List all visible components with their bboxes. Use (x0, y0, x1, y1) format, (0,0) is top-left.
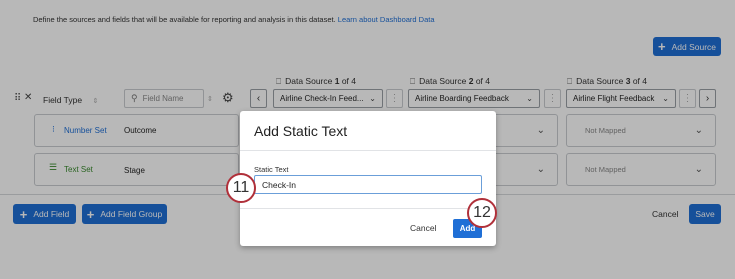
dialog-divider (240, 150, 496, 151)
dialog-title: Add Static Text (254, 123, 348, 139)
dialog-footer-divider (240, 208, 496, 209)
static-text-label: Static Text (254, 165, 289, 174)
step-marker-12: 12 (467, 198, 497, 228)
static-text-input[interactable] (254, 175, 482, 194)
step-marker-11: 11 (226, 173, 256, 203)
add-static-text-dialog: Add Static Text Static Text Cancel Add (240, 111, 496, 246)
cancel-button[interactable]: Cancel (410, 223, 436, 233)
